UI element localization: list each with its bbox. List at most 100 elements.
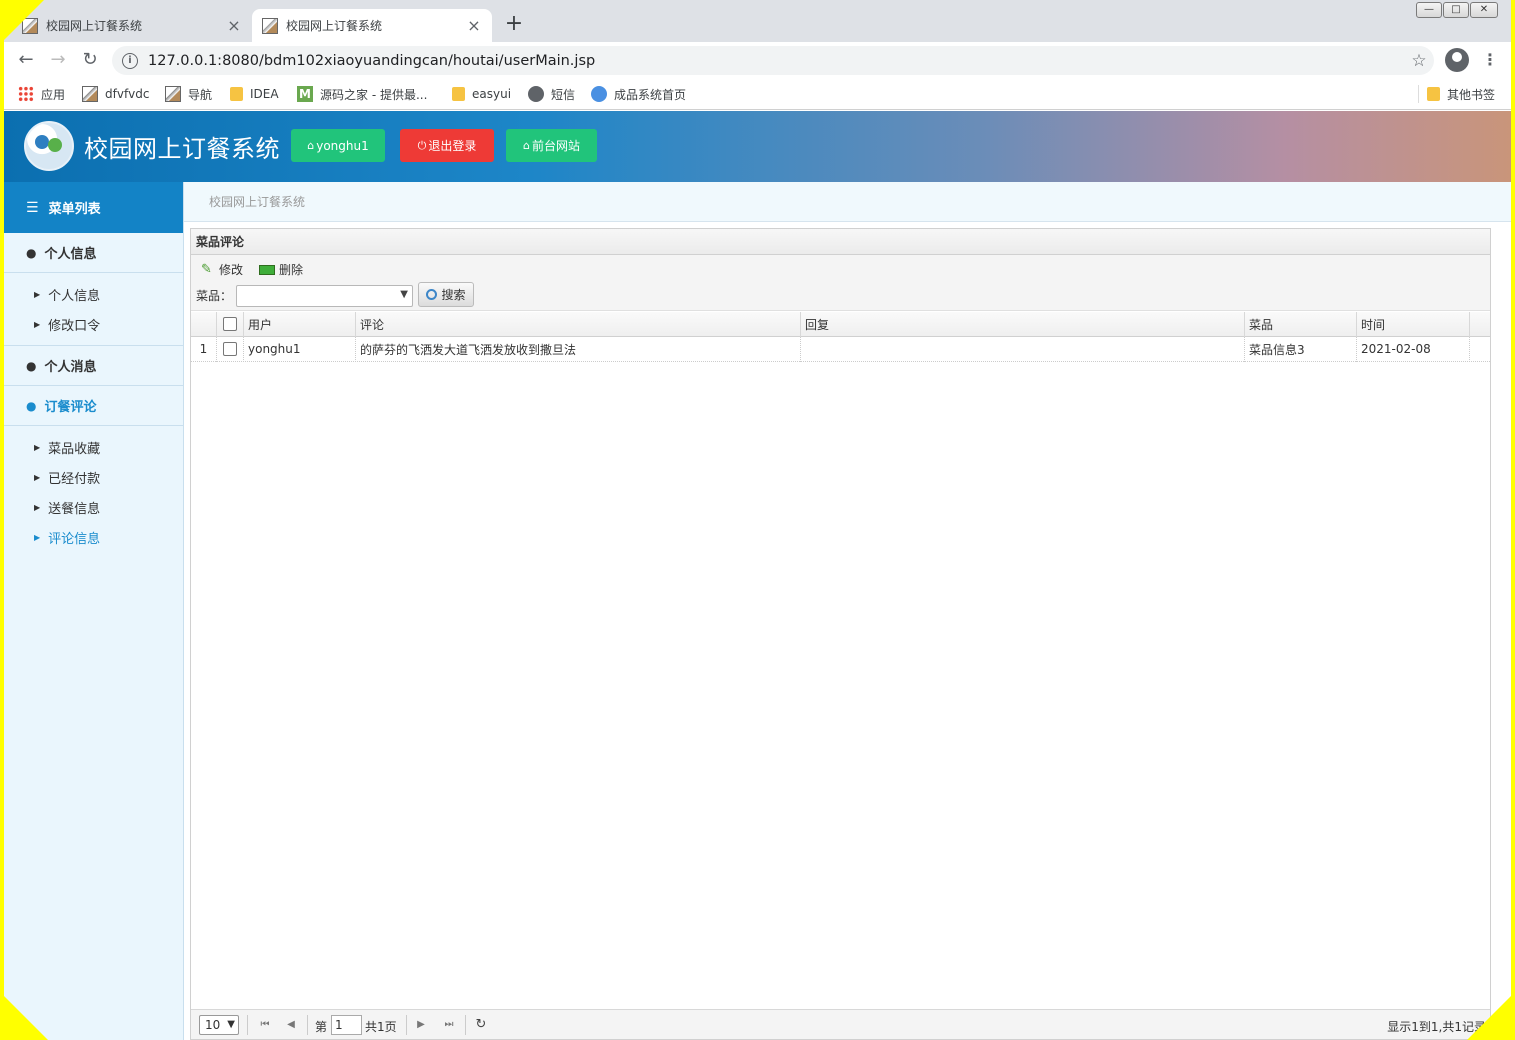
bookmark-dfvfvdc[interactable]: dfvfvdc — [82, 85, 149, 103]
dish-filter-select[interactable]: ▼ — [236, 285, 413, 307]
bookmark-home[interactable]: 成品系统首页 — [591, 85, 686, 103]
front-site-button[interactable]: ⌂ 前台网站 — [506, 129, 597, 162]
home-icon: ⌂ — [307, 139, 315, 152]
sidebar-item-profile[interactable]: ▶ 个人信息 — [4, 279, 183, 309]
bookmark-yuanma[interactable]: M 源码之家 - 提供最... — [297, 85, 427, 103]
grid-header-row: 用户 评论 回复 菜品 时间 — [191, 311, 1490, 337]
column-header-reply[interactable]: 回复 — [801, 311, 1245, 337]
sidebar-section-comments[interactable]: ● 订餐评论 — [4, 386, 183, 426]
window-close-icon[interactable]: ✕ — [1470, 2, 1498, 18]
logout-button[interactable]: ⏻ 退出登录 — [400, 129, 494, 162]
sidebar-item-favorites[interactable]: ▶ 菜品收藏 — [4, 432, 183, 462]
caret-right-icon: ▶ — [34, 319, 41, 329]
page-prefix: 第 — [315, 1020, 328, 1034]
maximize-icon[interactable]: □ — [1443, 2, 1469, 18]
chevron-down-icon: ▼ — [227, 1019, 235, 1030]
globe-icon — [528, 86, 544, 102]
browser-tab-strip: 校园网上订餐系统 × 校园网上订餐系统 × + — □ ✕ — [0, 0, 1515, 42]
cell-time: 2021-02-08 — [1357, 336, 1470, 362]
sidebar: ☰ 菜单列表 ● 个人信息 ▶ 个人信息 ▶ 修改口令 ● 个人消息 ● 订餐评… — [4, 182, 184, 1040]
first-page-icon[interactable]: ⏮ — [257, 1017, 273, 1033]
bookmark-nav[interactable]: 导航 — [165, 85, 212, 103]
logout-button-label: 退出登录 — [428, 139, 477, 153]
apps-icon — [18, 86, 34, 102]
power-icon: ⏻ — [417, 138, 427, 152]
back-icon[interactable]: ← — [16, 50, 36, 70]
row-select-cell — [217, 336, 244, 362]
cell-dish: 菜品信息3 — [1245, 336, 1357, 362]
corner-marker — [0, 992, 48, 1040]
divider — [307, 1015, 308, 1035]
browser-menu-icon[interactable]: ⋮ — [1480, 50, 1500, 70]
edit-button-label: 修改 — [219, 263, 244, 277]
bookmark-label: 成品系统首页 — [614, 87, 687, 102]
sidebar-item-delivery[interactable]: ▶ 送餐信息 — [4, 492, 183, 522]
caret-right-icon: ▶ — [34, 289, 41, 299]
search-icon — [426, 289, 438, 300]
table-row[interactable]: 1 yonghu1 的萨芬的飞洒发大道飞洒发放收到撒旦法 菜品信息3 2021-… — [191, 336, 1490, 362]
sidebar-submenu: ▶ 菜品收藏 ▶ 已经付款 ▶ 送餐信息 ▶ 评论信息 — [4, 426, 183, 558]
search-button-label: 搜索 — [441, 288, 466, 302]
tab-title: 校园网上订餐系统 — [286, 19, 383, 33]
caret-right-icon: ▶ — [34, 442, 41, 452]
row-checkbox[interactable] — [223, 342, 237, 356]
cell-comment: 的萨芬的飞洒发大道飞洒发放收到撒旦法 — [356, 336, 801, 362]
bookmark-easyui[interactable]: easyui — [452, 85, 511, 103]
divider — [406, 1015, 407, 1035]
user-button-label: yonghu1 — [316, 138, 369, 153]
bookmark-idea[interactable]: IDEA — [230, 85, 279, 103]
divider — [465, 1015, 466, 1035]
close-tab-icon[interactable]: × — [466, 16, 482, 35]
page-size-select[interactable]: 10 ▼ — [199, 1015, 239, 1035]
app-header: 校园网上订餐系统 ⌂ yonghu1 ⏻ 退出登录 ⌂ 前台网站 — [4, 111, 1511, 182]
prev-page-icon[interactable]: ◀ — [283, 1017, 299, 1033]
sidebar-item-password[interactable]: ▶ 修改口令 — [4, 309, 183, 339]
dish-filter-label: 菜品： — [196, 289, 233, 303]
next-page-icon[interactable]: ▶ — [413, 1017, 429, 1033]
sidebar-item-comment-info[interactable]: ▶ 评论信息 — [4, 522, 183, 552]
sidebar-section-profile[interactable]: ● 个人信息 — [4, 233, 183, 273]
delete-button-label: 删除 — [279, 263, 304, 277]
app-root: 校园网上订餐系统 ⌂ yonghu1 ⏻ 退出登录 ⌂ 前台网站 ☰ 菜单列表 … — [4, 111, 1511, 1040]
section-label: 个人消息 — [44, 360, 97, 375]
comments-grid: 用户 评论 回复 菜品 时间 1 yonghu1 的萨芬的飞洒发大道飞洒发放收到… — [191, 311, 1490, 362]
user-button[interactable]: ⌂ yonghu1 — [291, 129, 385, 162]
minimize-icon[interactable]: — — [1416, 2, 1442, 18]
column-header-user[interactable]: 用户 — [244, 311, 356, 337]
other-bookmarks[interactable]: 其他书签 — [1418, 85, 1495, 103]
browser-tab[interactable]: 校园网上订餐系统 × — [12, 9, 252, 42]
reload-icon[interactable]: ↻ — [80, 50, 100, 70]
column-header-dish[interactable]: 菜品 — [1245, 311, 1357, 337]
panel-title: 菜品评论 — [191, 229, 1490, 255]
page-size-value: 10 — [205, 1018, 221, 1032]
address-bar[interactable]: i 127.0.0.1:8080/bdm102xiaoyuandingcan/h… — [112, 46, 1434, 75]
refresh-icon[interactable]: ↻ — [473, 1017, 489, 1033]
bookmark-label: 短信 — [551, 87, 576, 102]
forward-icon[interactable]: → — [48, 50, 68, 70]
bookmark-apps[interactable]: 应用 — [18, 85, 65, 103]
delete-button[interactable]: 删除 — [259, 261, 303, 278]
column-header-comment[interactable]: 评论 — [356, 311, 801, 337]
new-tab-button[interactable]: + — [502, 12, 526, 36]
profile-avatar-icon[interactable] — [1445, 48, 1469, 72]
page-number-input[interactable]: 1 — [331, 1015, 362, 1035]
search-button[interactable]: 搜索 — [418, 282, 474, 307]
bookmark-label: IDEA — [250, 87, 279, 101]
corner-marker — [0, 0, 44, 44]
close-tab-icon[interactable]: × — [226, 16, 242, 35]
browser-tab-active[interactable]: 校园网上订餐系统 × — [252, 9, 492, 42]
last-page-icon[interactable]: ⏭ — [441, 1017, 457, 1033]
page-total: 共1页 — [365, 1020, 397, 1034]
sidebar-section-messages[interactable]: ● 个人消息 — [4, 346, 183, 386]
bookmark-sms[interactable]: 短信 — [528, 85, 575, 103]
select-all-checkbox[interactable] — [223, 317, 237, 331]
sidebar-header-label: 菜单列表 — [48, 202, 101, 217]
url-text[interactable]: 127.0.0.1:8080/bdm102xiaoyuandingcan/hou… — [148, 53, 1404, 69]
bookmark-star-icon[interactable]: ☆ — [1404, 51, 1434, 71]
edit-button[interactable]: ✎ 修改 — [201, 261, 243, 278]
caret-right-icon: ▶ — [34, 472, 41, 482]
column-header-time[interactable]: 时间 — [1357, 311, 1470, 337]
pencil-icon: ✎ — [201, 261, 212, 277]
site-info-icon[interactable]: i — [122, 52, 138, 69]
sidebar-item-paid[interactable]: ▶ 已经付款 — [4, 462, 183, 492]
